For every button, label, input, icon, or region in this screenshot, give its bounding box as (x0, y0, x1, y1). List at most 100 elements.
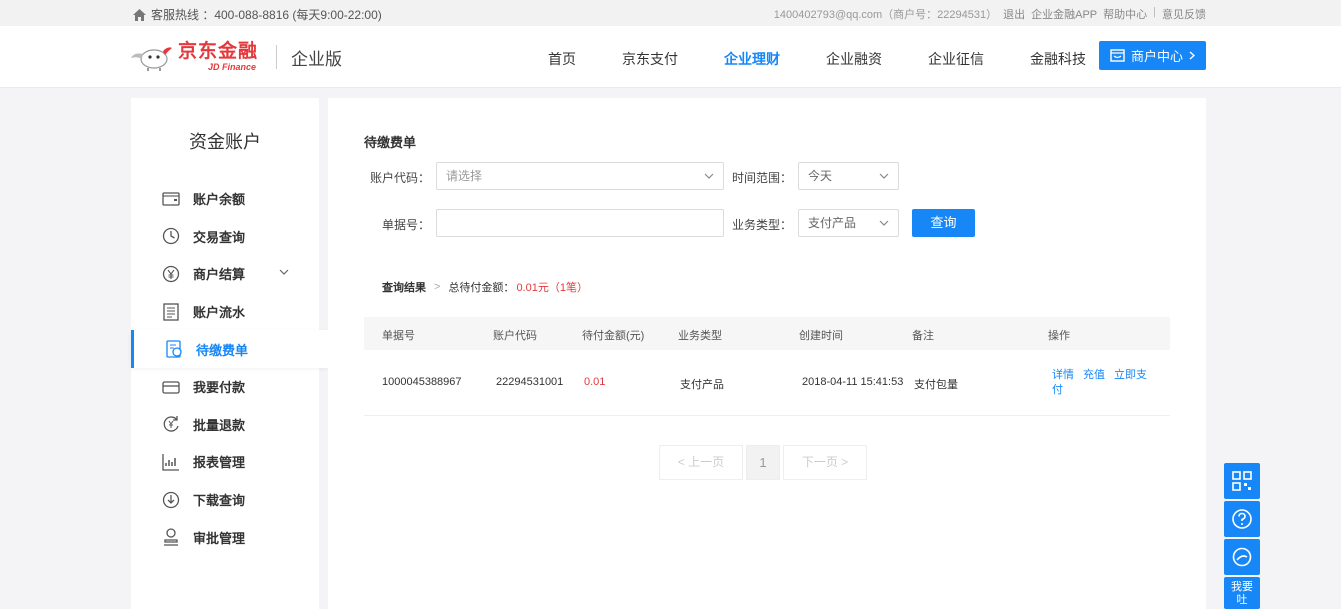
sidebar-item-label: 交易查询 (193, 229, 246, 245)
result-label: 查询结果 (382, 282, 426, 294)
sidebar-item-pending-bills[interactable]: 待缴费单 (131, 330, 328, 368)
details-link[interactable]: 详情 (1052, 369, 1074, 381)
top-links: 1400402793@qq.com（商户号：22294531） 退出 企业金融A… (774, 6, 1206, 22)
column-header: 账户代码 (493, 330, 537, 342)
bill-icon (166, 340, 182, 358)
sidebar-item-refund[interactable]: 批量退款 (131, 406, 319, 444)
cell-created: 2018-04-11 15:41:53 (802, 376, 904, 388)
brand-en: JD Finance (208, 62, 257, 72)
nav-jd-pay[interactable]: 京东支付 (606, 26, 694, 88)
help-button[interactable] (1224, 501, 1260, 537)
biz-type-select[interactable]: 支付产品 (798, 209, 899, 237)
total-label: 总待付金额： (448, 282, 515, 294)
time-range-select[interactable]: 今天 (798, 162, 899, 190)
top-bar: 客服热线 ：400-088-8816 (每天9:00-22:00) 140040… (0, 0, 1341, 26)
home-icon (133, 8, 146, 21)
service-button[interactable] (1224, 539, 1260, 575)
main-nav: 首页 京东支付 企业理财 企业融资 企业征信 金融科技 (532, 26, 1116, 88)
feedback-link[interactable]: 意见反馈 (1162, 6, 1206, 22)
chevron-down-icon (704, 173, 714, 179)
column-header: 备注 (912, 330, 934, 342)
sidebar-item-settlement[interactable]: 商户结算 (131, 255, 319, 293)
chevron-right-icon: > (434, 281, 441, 293)
nav-credit[interactable]: 企业征信 (912, 26, 1000, 88)
time-range-value: 今天 (808, 169, 833, 183)
nav-fintech[interactable]: 金融科技 (1014, 26, 1102, 88)
nav-home[interactable]: 首页 (532, 26, 592, 88)
account-code-label: 账户代码： (369, 171, 430, 185)
sidebar-item-label: 报表管理 (193, 455, 246, 471)
cell-bill-no: 1000045388967 (382, 376, 462, 388)
query-button[interactable]: 查询 (912, 209, 975, 237)
logo[interactable]: 京东金融 JD Finance 企业版 (130, 42, 342, 72)
cell-account-code: 22294531001 (496, 376, 564, 388)
sidebar-item-label: 商户结算 (193, 267, 246, 283)
sidebar-title: 资金账户 (189, 132, 261, 152)
nav-wealth[interactable]: 企业理财 (708, 26, 796, 88)
merchant-center-button[interactable]: 商户中心 (1099, 41, 1206, 70)
sidebar-item-label: 账户流水 (193, 305, 246, 321)
column-header: 操作 (1048, 330, 1070, 342)
table-row: 1000045388967 22294531001 0.01 支付产品 2018… (364, 350, 1170, 416)
sidebar-item-label: 下载查询 (193, 493, 246, 509)
edition-label: 企业版 (291, 49, 343, 69)
sidebar-item-label: 批量退款 (193, 417, 246, 433)
result-summary: 查询结果 > 总待付金额： 0.01元（1笔） (382, 279, 588, 295)
merchant-center-label: 商户中心 (1130, 49, 1183, 64)
account-code-placeholder: 请选择 (446, 169, 483, 183)
total-value: 0.01元（1笔） (516, 282, 588, 294)
sidebar-item-balance[interactable]: 账户余额 (131, 180, 319, 218)
feedback-button[interactable]: 我要吐 (1224, 577, 1260, 609)
biz-type-label: 业务类型： (731, 218, 792, 232)
header: 京东金融 JD Finance 企业版 首页 京东支付 企业理财 企业融资 企业… (0, 26, 1341, 88)
page-number[interactable]: 1 (746, 445, 780, 480)
account-code-select[interactable]: 请选择 (436, 162, 724, 190)
biz-type-value: 支付产品 (808, 216, 857, 230)
account-info: 1400402793@qq.com（商户号：22294531） (773, 9, 998, 21)
app-link[interactable]: 企业金融APP (1031, 6, 1097, 22)
sidebar-item-approvals[interactable]: 审批管理 (131, 518, 319, 556)
ledger-icon (163, 302, 179, 321)
chevron-right-icon (1189, 51, 1195, 60)
chevron-down-icon (279, 269, 289, 276)
table-header: 单据号 账户代码 待付金额(元) 业务类型 创建时间 备注 操作 (364, 317, 1170, 350)
next-page-button[interactable]: 下一页 > (783, 445, 867, 480)
yen-icon (162, 265, 180, 283)
help-link[interactable]: 帮助中心 (1103, 6, 1147, 22)
user-icon (164, 528, 178, 546)
main-panel: 待缴费单 账户代码： 请选择 时间范围： 今天 单据号： 业务类型： 支付产品 … (328, 98, 1206, 609)
row-actions: 详情 充值 立即支付 (1052, 368, 1162, 398)
sidebar-item-label: 账户余额 (193, 192, 246, 208)
chevron-down-icon (879, 220, 889, 226)
refund-icon (163, 416, 179, 433)
bill-no-input[interactable] (436, 209, 724, 237)
cell-biz-type: 支付产品 (680, 379, 724, 391)
sidebar: 资金账户 账户余额 交易查询 商户结算 账户流水 待缴费单 我要付款 批量退款 … (131, 98, 328, 609)
column-header: 创建时间 (799, 330, 843, 342)
logout-link[interactable]: 退出 (1003, 6, 1025, 22)
chart-icon (162, 453, 179, 471)
pagination: < 上一页 1 下一页 > (659, 445, 867, 480)
page-title: 待缴费单 (364, 135, 417, 150)
column-header: 业务类型 (678, 330, 722, 342)
qr-code-button[interactable] (1224, 463, 1260, 499)
cell-remark: 支付包量 (914, 379, 958, 391)
chat-icon (1232, 547, 1252, 567)
clock-icon (162, 228, 180, 245)
sidebar-item-pay[interactable]: 我要付款 (131, 368, 319, 406)
wallet-icon (162, 192, 180, 206)
sidebar-item-downloads[interactable]: 下载查询 (131, 481, 319, 519)
sidebar-item-reports[interactable]: 报表管理 (131, 443, 319, 481)
sidebar-item-transactions[interactable]: 交易查询 (131, 218, 319, 256)
sidebar-item-label: 我要付款 (193, 380, 246, 396)
recharge-link[interactable]: 充值 (1083, 369, 1105, 381)
sidebar-item-ledger[interactable]: 账户流水 (131, 293, 319, 331)
cell-amount: 0.01 (584, 376, 606, 388)
prev-page-button[interactable]: < 上一页 (659, 445, 743, 480)
nav-financing[interactable]: 企业融资 (810, 26, 898, 88)
sidebar-item-label: 审批管理 (193, 530, 246, 546)
hotline: 客服热线 ：400-088-8816 (每天9:00-22:00) (133, 6, 382, 23)
brand: 京东金融 JD Finance (178, 42, 258, 73)
shop-icon (1110, 49, 1125, 62)
time-range-label: 时间范围： (731, 171, 792, 185)
